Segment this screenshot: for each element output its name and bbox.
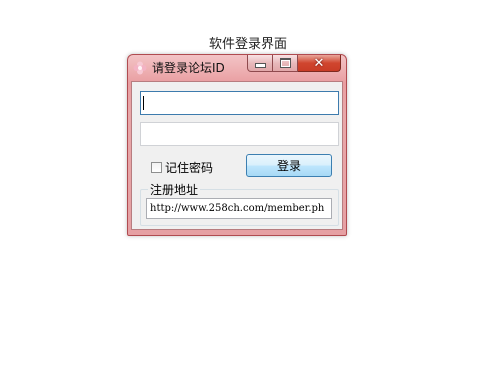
- remember-password-label: 记住密码: [165, 161, 214, 175]
- login-window: 请登录论坛ID ✕ 记住密码 登录 注册地址 http://www.258ch.…: [127, 54, 347, 236]
- login-button[interactable]: 登录: [246, 154, 332, 177]
- checkbox-box[interactable]: [151, 162, 162, 173]
- minimize-icon: [254, 63, 266, 68]
- window-client-area: 记住密码 登录 注册地址 http://www.258ch.com/member…: [131, 81, 343, 230]
- app-flower-icon: [133, 61, 147, 75]
- minimize-button[interactable]: [247, 55, 273, 72]
- password-input[interactable]: [140, 122, 339, 146]
- register-group-label: 注册地址: [148, 181, 201, 198]
- window-title: 请登录论坛ID: [152, 61, 225, 75]
- close-button[interactable]: ✕: [298, 55, 341, 72]
- maximize-icon: [279, 58, 291, 68]
- close-icon: ✕: [313, 55, 325, 71]
- text-caret: [143, 96, 144, 110]
- maximize-button[interactable]: [273, 55, 298, 72]
- username-input[interactable]: [140, 91, 339, 115]
- caption-buttons: ✕: [247, 55, 341, 72]
- register-url-field[interactable]: http://www.258ch.com/member.ph: [146, 198, 332, 219]
- page-title: 软件登录界面: [209, 37, 288, 52]
- remember-password-checkbox[interactable]: 记住密码: [151, 159, 213, 176]
